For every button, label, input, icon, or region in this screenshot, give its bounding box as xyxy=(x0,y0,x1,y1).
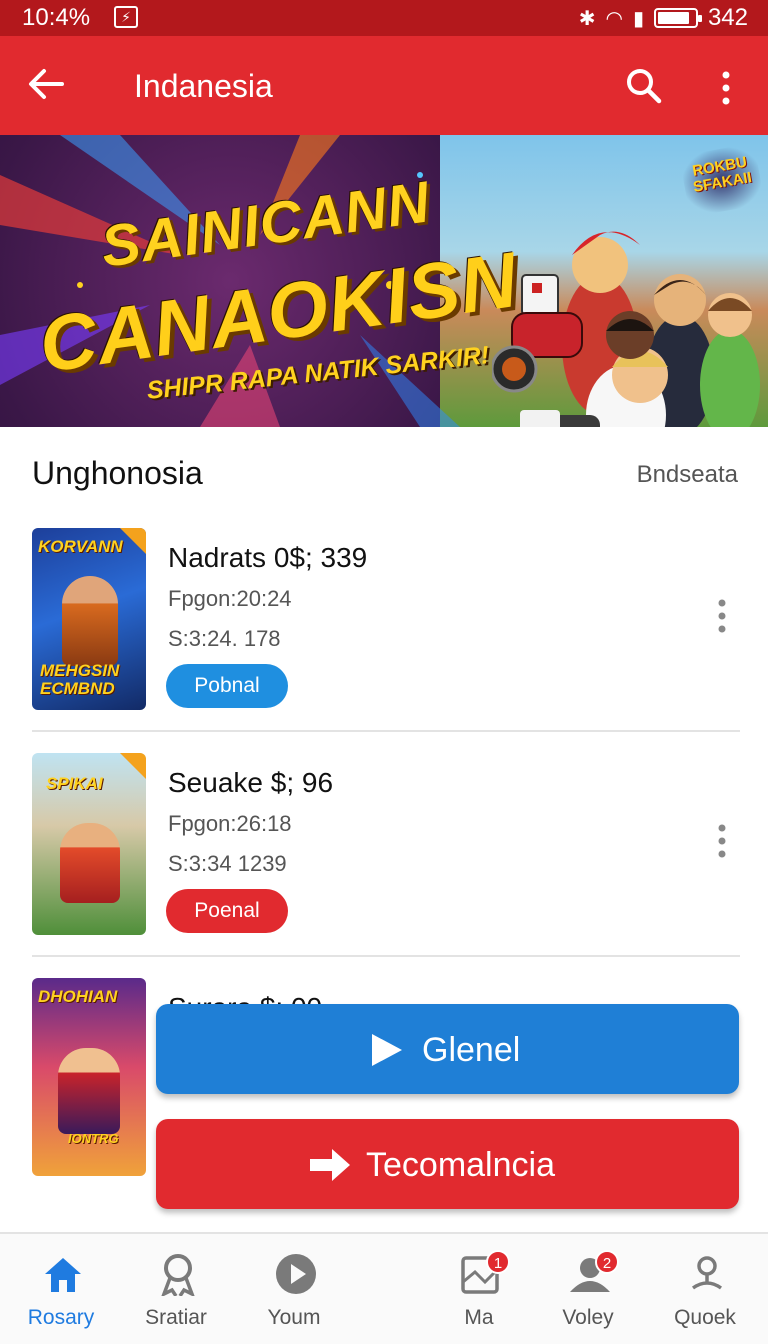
thumbnail-character xyxy=(60,823,120,903)
list-item[interactable]: KORVANN MEHGSIN ECMBND Nadrats 0$; 339 F… xyxy=(32,528,740,754)
list-divider xyxy=(32,955,740,957)
banner-badge: ROKBU SFAKAII xyxy=(679,142,765,218)
bottom-navigation: Rosary Sratiar Youm 1 Ma 2 Voley Quoek xyxy=(0,1232,768,1344)
more-vert-icon[interactable] xyxy=(714,68,738,108)
thumbnail-title: SPIKAI xyxy=(46,774,103,793)
thumbnail-character xyxy=(58,1048,120,1134)
item-action-button[interactable]: Poenal xyxy=(166,889,288,933)
bluetooth-icon: ✱ xyxy=(578,7,596,30)
nav-item-voley[interactable]: 2 Voley xyxy=(533,1234,643,1344)
nav-item-rosary[interactable]: Rosary xyxy=(6,1234,116,1344)
nav-label: Quoek xyxy=(674,1306,736,1329)
wifi-icon: ◠ xyxy=(605,7,623,30)
search-icon[interactable] xyxy=(624,66,664,106)
award-icon xyxy=(161,1254,195,1296)
item-meta-stats: S:3:24. 178 xyxy=(168,626,281,651)
thumbnail-corner-badge xyxy=(120,753,146,779)
back-arrow-icon[interactable] xyxy=(26,64,66,104)
arrow-right-icon xyxy=(310,1149,350,1181)
section-title: Unghonosia xyxy=(32,455,203,491)
nav-label: Ma xyxy=(464,1306,494,1329)
nav-item-quoek[interactable]: Quoek xyxy=(650,1234,760,1344)
secondary-action-label: Tecomalncia xyxy=(366,1146,555,1184)
list-item[interactable]: SPIKAI Seuake $; 96 Fpgon:26:18 S:3:34 1… xyxy=(32,753,740,979)
person-pin-icon xyxy=(691,1256,723,1290)
item-title: Seuake $; 96 xyxy=(168,767,334,798)
primary-action-button[interactable]: Glenel xyxy=(156,1004,739,1094)
usb-icon: ⚡ xyxy=(114,6,138,28)
status-bar: 10:4% ⚡ ✱ ◠ ▮ 342 xyxy=(0,0,768,36)
thumbnail-title: KORVANN xyxy=(38,537,123,556)
spacer-graphic xyxy=(490,425,491,426)
thumbnail-title: DHOHIAN xyxy=(38,987,118,1006)
play-circle-icon xyxy=(276,1254,316,1294)
play-icon xyxy=(372,1034,402,1066)
item-action-button[interactable]: Pobnal xyxy=(166,664,288,708)
nav-label: Voley xyxy=(562,1306,614,1329)
nav-label: Sratiar xyxy=(145,1306,207,1329)
item-meta-stats: S:3:34 1239 xyxy=(168,851,287,876)
status-icons: ✱ ◠ ▮ 342 xyxy=(579,4,748,32)
home-icon xyxy=(45,1258,81,1292)
battery-text: 342 xyxy=(707,4,748,31)
thumbnail-subtitle: MEHGSIN ECMBND xyxy=(40,661,120,698)
nav-item-ma[interactable]: 1 Ma xyxy=(424,1234,534,1344)
game-thumbnail[interactable]: SPIKAI xyxy=(32,753,146,935)
game-thumbnail[interactable]: DHOHIAN IONTRG xyxy=(32,978,146,1176)
primary-action-label: Glenel xyxy=(422,1031,521,1069)
app-bar: Indanesia xyxy=(0,36,768,135)
nav-item-youm[interactable]: Youm xyxy=(239,1234,349,1344)
notification-badge: 2 xyxy=(595,1250,619,1274)
battery-icon xyxy=(653,8,702,28)
notification-badge: 1 xyxy=(486,1250,510,1274)
item-more-icon[interactable] xyxy=(716,598,728,634)
section-link[interactable]: Bndseata xyxy=(637,461,738,489)
promo-banner[interactable]: SAINICANN CANAOKISN SHIPR RAPA NATIK SAR… xyxy=(0,135,768,427)
signal-icon: ▮ xyxy=(632,7,644,30)
item-meta-time: Fpgon:20:24 xyxy=(168,586,292,611)
thumbnail-corner-badge xyxy=(120,528,146,554)
nav-item-sratiar[interactable]: Sratiar xyxy=(121,1234,231,1344)
nav-label: Rosary xyxy=(27,1306,95,1329)
secondary-action-button[interactable]: Tecomalncia xyxy=(156,1119,739,1209)
thumbnail-character xyxy=(62,576,118,666)
game-thumbnail[interactable]: KORVANN MEHGSIN ECMBND xyxy=(32,528,146,710)
page-title: Indanesia xyxy=(134,68,273,104)
item-title: Nadrats 0$; 339 xyxy=(168,542,368,573)
thumbnail-subtitle: IONTRG xyxy=(68,1131,119,1146)
item-meta-time: Fpgon:26:18 xyxy=(168,811,292,836)
status-time: 10:4% xyxy=(22,4,91,31)
item-more-icon[interactable] xyxy=(716,823,728,859)
nav-label: Youm xyxy=(267,1306,321,1329)
list-divider xyxy=(32,730,740,732)
